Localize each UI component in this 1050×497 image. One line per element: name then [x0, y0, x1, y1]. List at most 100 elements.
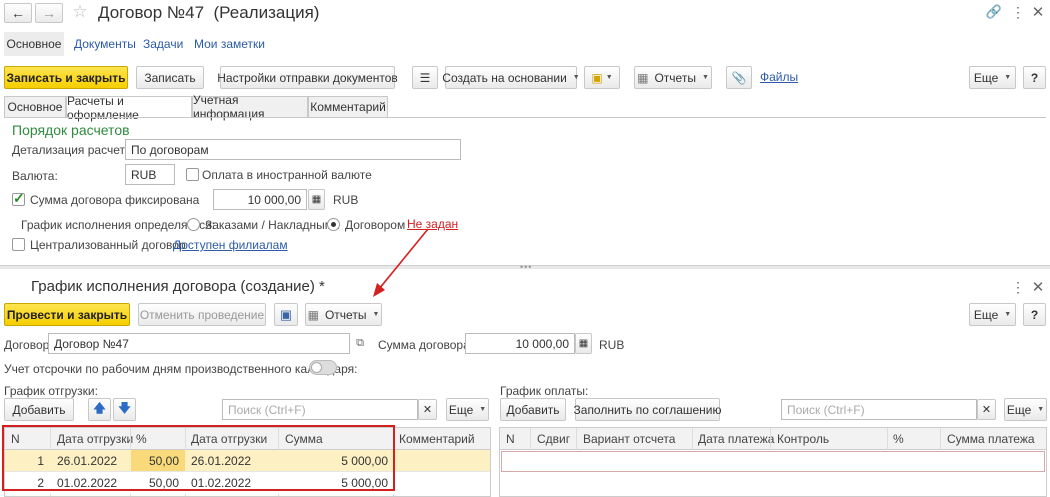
open-icon[interactable]: ⧉: [352, 335, 368, 351]
shipment-add-label: Добавить: [12, 402, 66, 417]
central-checkbox[interactable]: [12, 238, 25, 251]
col-divider: [940, 428, 941, 450]
col-shift: Сдвиг: [537, 432, 571, 446]
currency-field[interactable]: RUB: [125, 164, 175, 185]
sum-value: 10 000,00: [515, 336, 569, 351]
sum-label: Сумма договора:: [378, 338, 474, 352]
help-button[interactable]: ?: [1023, 66, 1046, 89]
nav-documents-link[interactable]: Документы: [74, 37, 136, 51]
fill-by-agreement-button[interactable]: Заполнить по соглашению: [573, 398, 722, 421]
workdays-label: Учет отсрочки по рабочим дням производст…: [4, 362, 358, 376]
workdays-toggle[interactable]: [309, 360, 337, 375]
shipment-more-button[interactable]: Еще ▼: [446, 398, 489, 421]
payments-more-button[interactable]: Еще ▼: [1004, 398, 1047, 421]
schedule-help-button[interactable]: ?: [1023, 303, 1046, 326]
toggle-knob: [311, 362, 322, 373]
schedule-help-label: ?: [1030, 307, 1039, 322]
nav-main-tab[interactable]: Основное: [4, 32, 64, 56]
save-button[interactable]: Записать: [136, 66, 204, 89]
payments-search-input[interactable]: Поиск (Ctrl+F): [781, 399, 977, 420]
save-close-button[interactable]: Записать и закрыть: [4, 66, 128, 89]
col-divider: [692, 428, 693, 450]
fill-by-agreement-label: Заполнить по соглашению: [573, 402, 722, 417]
tab-comment[interactable]: Комментарий: [308, 96, 388, 117]
sum-field[interactable]: 10 000,00: [465, 333, 575, 354]
save-disk-button[interactable]: ▣: [274, 303, 298, 326]
col-divider: [770, 428, 771, 450]
nav-tasks-link[interactable]: Задачи: [143, 37, 183, 51]
contract-field[interactable]: Договор №47: [48, 333, 350, 354]
more-vertical-icon[interactable]: ⋮: [1011, 3, 1025, 21]
create-based-button[interactable]: Создать на основании ▼: [442, 66, 580, 89]
splitter-grip-icon: •••: [520, 262, 533, 272]
detail-field[interactable]: По договорам: [125, 139, 461, 160]
col-control: Контроль: [777, 432, 830, 446]
save-label: Записать: [144, 70, 196, 85]
sum-currency: RUB: [599, 338, 625, 352]
cancel-post-button[interactable]: Отменить проведение: [138, 303, 266, 326]
radio-orders-label: Заказами / Накладными: [205, 218, 340, 232]
send-settings-button[interactable]: Настройки отправки документов: [217, 66, 398, 89]
col-comment: Комментарий: [399, 432, 475, 446]
tab-payments[interactable]: Расчеты и оформление: [66, 94, 192, 122]
payments-add-label: Добавить: [506, 402, 560, 417]
save-close-label: Записать и закрыть: [6, 70, 126, 85]
link-icon[interactable]: 🔗: [985, 4, 1003, 20]
col-n: N: [506, 432, 515, 446]
tab-panel-border: [4, 117, 1046, 118]
calculator-icon: ▦: [311, 194, 322, 205]
foreign-currency-checkbox[interactable]: [186, 168, 199, 181]
central-label: Централизованный договор: [30, 238, 186, 252]
create-based-label: Создать на основании: [442, 70, 567, 85]
tab-main[interactable]: Основное: [4, 96, 66, 117]
report-icon: ▦: [307, 307, 319, 322]
payments-search-clear[interactable]: ✕: [977, 399, 996, 420]
report-icon: ▦: [637, 70, 649, 85]
tab-accounting[interactable]: Учетная информация: [192, 93, 308, 121]
files-link[interactable]: Файлы: [760, 70, 798, 84]
help-label: ?: [1030, 70, 1039, 85]
foreign-currency-label: Оплата в иностранной валюте: [202, 168, 372, 182]
arrow-left-icon: ←: [11, 5, 25, 21]
document-icon: ▣: [591, 70, 603, 85]
print-button[interactable]: ▣ ▼: [584, 66, 620, 89]
clear-icon: ✕: [422, 404, 433, 416]
fixed-sum-checkbox[interactable]: [12, 190, 25, 207]
empty-row[interactable]: [501, 451, 1045, 472]
col-pay-date: Дата платежа: [698, 432, 775, 446]
forward-button[interactable]: →: [35, 3, 63, 23]
more-vertical-icon[interactable]: ⋮: [1011, 278, 1025, 296]
calculator-icon: ▦: [578, 338, 589, 349]
move-down-button[interactable]: 🡇: [113, 398, 136, 421]
sum-calculator-button[interactable]: ▦: [575, 333, 592, 354]
close-icon[interactable]: ✕: [1030, 3, 1046, 21]
shipment-add-button[interactable]: Добавить: [4, 398, 74, 421]
schedule-reports-button[interactable]: ▦ Отчеты ▼: [305, 303, 382, 326]
close-icon[interactable]: ✕: [1030, 278, 1046, 296]
list-icon: ☰: [419, 70, 431, 85]
payments-add-button[interactable]: Добавить: [500, 398, 566, 421]
radio-orders[interactable]: [187, 218, 200, 231]
calculator-button[interactable]: ▦: [308, 189, 325, 210]
nav-main-label: Основное: [6, 37, 62, 51]
reports-button[interactable]: ▦ Отчеты ▼: [634, 66, 712, 89]
schedule-more-button[interactable]: Еще ▼: [969, 303, 1016, 326]
radio-contract[interactable]: [327, 218, 340, 231]
arrow-right-icon: →: [42, 5, 56, 21]
more-button[interactable]: Еще ▼: [969, 66, 1016, 89]
fixed-sum-value: 10 000,00: [247, 192, 301, 207]
star-icon[interactable]: ☆: [70, 2, 90, 22]
nav-notes-link[interactable]: Мои заметки: [194, 37, 265, 51]
list-button[interactable]: ☰: [412, 66, 438, 89]
branches-link[interactable]: Доступен филиалам: [173, 238, 288, 252]
clear-icon: ✕: [981, 404, 992, 416]
move-up-button[interactable]: 🡅: [88, 398, 111, 421]
paperclip-icon: 📎: [731, 70, 747, 85]
shipment-search-input[interactable]: Поиск (Ctrl+F): [222, 399, 418, 420]
back-button[interactable]: ←: [4, 3, 32, 23]
shipment-search-clear[interactable]: ✕: [418, 399, 437, 420]
attach-button[interactable]: 📎: [726, 66, 752, 89]
fixed-sum-field[interactable]: 10 000,00: [213, 189, 307, 210]
post-close-button[interactable]: Провести и закрыть: [4, 303, 130, 326]
reports-label: Отчеты: [654, 70, 696, 85]
